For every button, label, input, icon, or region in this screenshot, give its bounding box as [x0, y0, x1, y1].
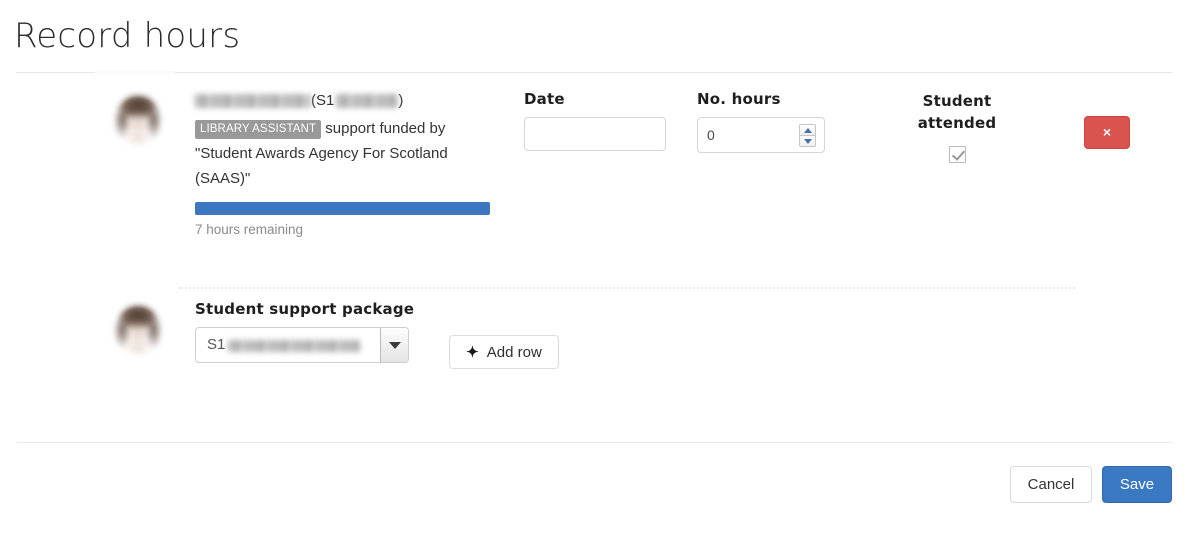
- package-prefix: S1: [207, 336, 226, 353]
- package-redacted: [228, 340, 361, 352]
- record-hours-form: (S1) LIBRARY ASSISTANT support funded by…: [0, 76, 1200, 369]
- support-package-select[interactable]: S1: [195, 327, 409, 363]
- hours-label: No. hours: [697, 90, 781, 108]
- remove-row-button[interactable]: ×: [1084, 116, 1130, 149]
- select-dropdown-button[interactable]: [380, 328, 408, 362]
- funding-text: support funded by: [325, 120, 446, 137]
- chevron-up-icon: [803, 127, 812, 133]
- date-input[interactable]: [524, 117, 666, 151]
- attended-label-line-2: attended: [917, 114, 997, 132]
- cancel-button[interactable]: Cancel: [1010, 466, 1092, 503]
- hours-progress-fill: [195, 202, 490, 215]
- plus-icon: ✦: [466, 343, 479, 361]
- chevron-down-icon: [803, 138, 812, 144]
- remove-row-column: ×: [1084, 116, 1130, 149]
- stepper-buttons[interactable]: [799, 124, 816, 147]
- add-row-column: ✦ Add row: [449, 335, 559, 369]
- funding-source-line-2: (SAAS)": [195, 170, 251, 187]
- stepper-increment-button[interactable]: [799, 124, 816, 135]
- hours-field-column: No. hours: [697, 90, 827, 153]
- hours-stepper[interactable]: [697, 117, 825, 153]
- hours-progress-bar: [195, 202, 490, 215]
- date-label: Date: [524, 90, 565, 108]
- funding-description: LIBRARY ASSISTANT support funded by "Stu…: [195, 116, 495, 191]
- student-id-prefix: (S1: [311, 92, 335, 109]
- avatar-blur-overlay: [107, 90, 169, 152]
- avatar-blur-overlay: [107, 300, 169, 362]
- avatar: [107, 90, 169, 152]
- hours-remaining-caption: 7 hours remaining: [195, 222, 304, 237]
- save-button[interactable]: Save: [1102, 466, 1172, 503]
- student-attended-checkbox[interactable]: [948, 146, 966, 163]
- support-package-column: Student support package S1: [195, 300, 414, 363]
- add-row-button[interactable]: ✦ Add row: [449, 335, 559, 369]
- stepper-decrement-button[interactable]: [799, 135, 816, 147]
- add-row-label: Add row: [486, 343, 542, 361]
- date-field-column: Date: [524, 90, 668, 151]
- hours-input[interactable]: [698, 118, 794, 152]
- attended-field-column: Student attended: [897, 90, 1017, 163]
- attended-label-line-1: Student: [922, 92, 992, 110]
- funding-source-line-1: "Student Awards Agency For Scotland: [195, 145, 448, 162]
- footer-divider: [17, 442, 1172, 443]
- add-package-row: Student support package S1 ✦ Add row: [0, 286, 1200, 369]
- active-tab-indicator: [95, 71, 175, 74]
- student-detail-column: (S1) LIBRARY ASSISTANT support funded by…: [195, 90, 495, 239]
- student-id-suffix: ): [398, 92, 404, 109]
- avatar: [107, 300, 169, 362]
- support-package-selected-value: S1: [207, 336, 361, 353]
- student-name-line: (S1): [195, 90, 495, 112]
- header-divider: [16, 72, 1172, 73]
- page-title: Record hours: [14, 16, 241, 56]
- role-badge: LIBRARY ASSISTANT: [195, 120, 322, 139]
- student-id-redacted: [336, 94, 399, 108]
- attended-label: Student attended: [897, 90, 1017, 134]
- hours-entry-row: (S1) LIBRARY ASSISTANT support funded by…: [0, 76, 1200, 239]
- chevron-down-icon: [388, 341, 401, 349]
- footer-actions: Cancel Save: [1010, 466, 1172, 503]
- student-name-redacted: [195, 94, 311, 108]
- support-package-label: Student support package: [195, 300, 415, 318]
